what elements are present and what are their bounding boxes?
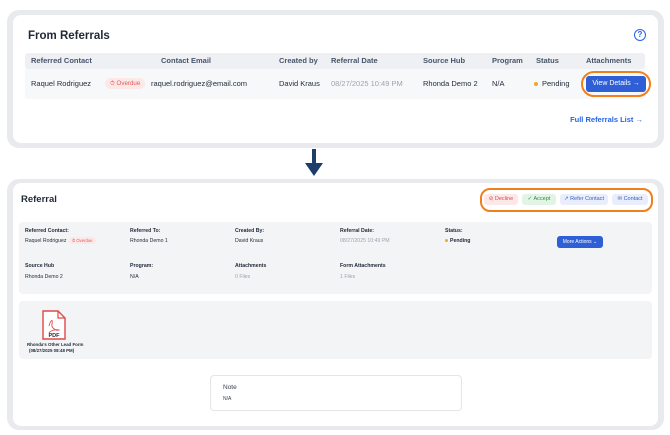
header-created-by: Created by <box>279 56 318 65</box>
table-row[interactable]: Raquel Rodriguez ⏱ Overdue raquel.rodrig… <box>25 69 651 99</box>
contact-button[interactable]: ✉ Contact <box>612 194 648 205</box>
program-label: Program: <box>130 263 154 269</box>
program: N/A <box>492 79 505 88</box>
attachment-file-name[interactable]: Rhonda's Other Lead Form (08/27/2025 08:… <box>27 342 83 353</box>
header-referred-contact: Referred Contact <box>31 56 92 65</box>
accept-button[interactable]: ✓ Accept <box>522 194 556 205</box>
view-details-button[interactable]: View Details → <box>586 76 646 92</box>
attachments-value: 0 Files <box>235 274 251 280</box>
down-arrow-icon <box>305 149 323 176</box>
more-actions-button[interactable]: More Actions ⌄ <box>557 236 603 248</box>
note-title: Note <box>223 384 237 391</box>
referral-date-label: Referral Date: <box>340 228 375 234</box>
attachment-file-title: Rhonda's Other Lead Form <box>27 342 84 347</box>
program-value: N/A <box>130 274 139 280</box>
pdf-icon-label: PDF <box>49 333 61 339</box>
pending-dot-icon <box>445 239 448 243</box>
overdue-badge: ⏱ Overdue <box>105 78 146 89</box>
note-box: Note N/A <box>210 375 462 411</box>
referral-detail-card: Referral ⊘ Decline ✓ Accept ↗ Refer Cont… <box>13 183 658 426</box>
header-program: Program <box>492 56 523 65</box>
pdf-file-icon[interactable]: PDF <box>41 310 67 340</box>
attachment-file-date: (08/27/2025 08:48 PM) <box>29 347 75 353</box>
created-by: David Kraus <box>279 79 320 88</box>
referred-contact-label: Referred Contact: <box>25 228 69 234</box>
decline-button[interactable]: ⊘ Decline <box>484 194 518 205</box>
header-referral-date: Referral Date <box>331 56 378 65</box>
status-badge: Pending <box>534 79 570 88</box>
pending-dot-icon <box>534 82 538 87</box>
full-referrals-link[interactable]: Full Referrals List → <box>570 115 643 124</box>
source-hub-value: Rhonda Demo 2 <box>25 274 63 280</box>
status-value: Pending <box>445 238 470 244</box>
referrals-list-title: From Referrals <box>28 30 110 42</box>
form-attachments-panel: PDF Rhonda's Other Lead Form (08/27/2025… <box>19 301 652 359</box>
overdue-badge: ⏱ Overdue <box>69 237 96 244</box>
note-value: N/A <box>223 396 232 402</box>
created-by-label: Created By: <box>235 228 265 234</box>
header-attachments: Attachments <box>586 56 632 65</box>
status-text: Pending <box>450 238 471 244</box>
refer-contact-button[interactable]: ↗ Refer Contact <box>560 194 608 205</box>
referred-to-label: Referred To: <box>130 228 161 234</box>
referral-date-value: 08/27/2025 10:49 PM <box>340 238 390 244</box>
referral-detail-title: Referral <box>21 194 57 205</box>
referred-contact-value: Raquel Rodriguez <box>25 238 67 244</box>
status-label: Status: <box>445 228 463 234</box>
created-by-value: David Kraus <box>235 238 264 244</box>
referral-date: 08/27/2025 10:49 PM <box>331 79 403 88</box>
header-contact-email: Contact Email <box>161 56 212 65</box>
help-icon[interactable]: ? <box>634 29 646 41</box>
form-attachments-label: Form Attachments <box>340 263 386 269</box>
referrals-list-card: From Referrals ? Referred Contact Contac… <box>13 15 658 143</box>
referrals-table-header: Referred Contact Contact Email Created b… <box>25 53 645 69</box>
form-attachments-value: 1 Files <box>340 274 356 280</box>
contact-email: raquel.rodriguez@email.com <box>151 79 247 88</box>
referred-contact-name: Raquel Rodriguez <box>31 79 92 88</box>
header-source-hub: Source Hub <box>423 56 466 65</box>
source-hub: Rhonda Demo 2 <box>423 79 478 88</box>
referral-info-panel: Referred Contact: Raquel Rodriguez ⏱ Ove… <box>19 222 652 294</box>
referred-to-value: Rhonda Demo 1 <box>130 238 168 244</box>
status-text: Pending <box>542 79 570 88</box>
attachments-label: Attachments <box>235 263 267 269</box>
source-hub-label: Source Hub <box>25 263 55 269</box>
header-status: Status <box>536 56 559 65</box>
